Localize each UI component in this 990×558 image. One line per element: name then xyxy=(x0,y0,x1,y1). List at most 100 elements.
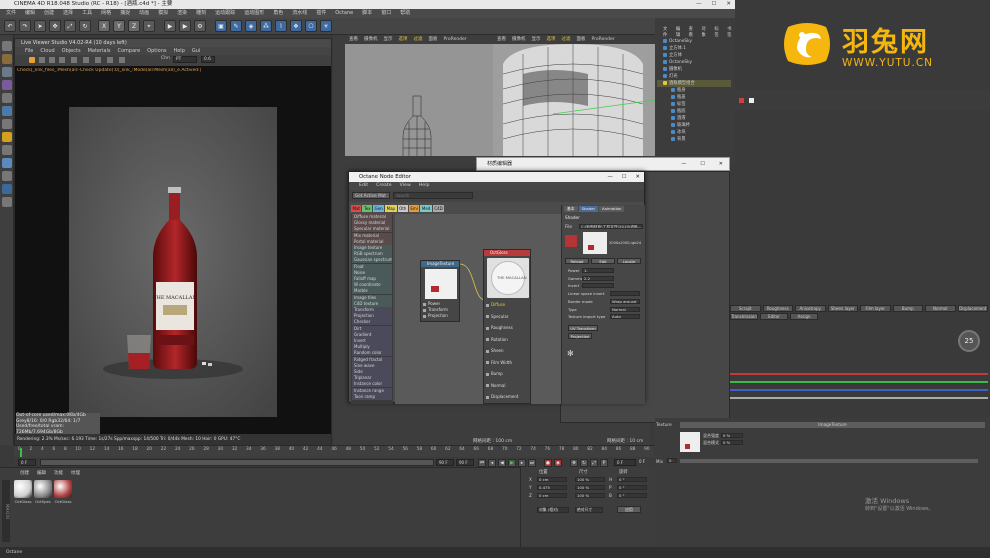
node-category-tag[interactable]: Emi xyxy=(408,205,420,212)
menu-item[interactable]: 窗口 xyxy=(381,9,391,18)
start-frame-field[interactable]: 0 F xyxy=(18,459,36,466)
node-category-tag[interactable]: Med xyxy=(420,205,432,212)
mode-1-icon[interactable] xyxy=(2,54,12,64)
node-editor-menu-item[interactable]: View xyxy=(400,182,411,190)
channel-tab[interactable]: Sheen layer xyxy=(827,305,858,312)
front-viewport[interactable] xyxy=(493,44,655,156)
next-frame-icon[interactable]: ▸ xyxy=(518,459,526,467)
node-editor-menu-item[interactable]: Create xyxy=(376,182,392,190)
object-row[interactable]: 瓶身 xyxy=(657,87,731,94)
mode-7-icon[interactable] xyxy=(2,132,12,142)
menu-item[interactable]: 编辑 xyxy=(25,9,35,18)
om-menu-item[interactable]: 对象 xyxy=(701,26,709,38)
object-row[interactable]: OctaneSky xyxy=(657,38,731,45)
toolbar-tool-10-button[interactable]: ▶ xyxy=(164,20,176,32)
uv-transform-button[interactable]: UV Transform xyxy=(568,325,598,331)
mode-4-icon[interactable] xyxy=(2,93,12,103)
material-thumbnail[interactable] xyxy=(14,480,32,498)
node-category-tag[interactable]: Mat xyxy=(351,205,362,212)
toolbar-tool-16-button[interactable]: ⁂ xyxy=(260,20,272,32)
toolbar-z-axis-button[interactable]: Z xyxy=(128,20,140,32)
node-category-tag[interactable]: Gen xyxy=(373,205,385,212)
toolbar-undo-button[interactable]: ↶ xyxy=(4,20,16,32)
node-type-item[interactable]: Ridged fractal xyxy=(352,356,392,363)
node-category-tag[interactable]: Tex xyxy=(362,205,373,212)
channel-tab[interactable]: Scrajit xyxy=(730,305,761,312)
object-row[interactable]: 摄像机 xyxy=(657,66,731,73)
menu-item[interactable]: 插件 xyxy=(316,9,326,18)
node-category-tag[interactable]: Map xyxy=(385,205,397,212)
node-type-item[interactable]: Side xyxy=(352,369,392,375)
mode-5-icon[interactable] xyxy=(2,106,12,116)
node-type-item[interactable]: Invert xyxy=(352,338,392,344)
menu-item[interactable]: 工具 xyxy=(82,9,92,18)
position-field[interactable]: 0 cm xyxy=(537,493,567,498)
mode-2-icon[interactable] xyxy=(2,67,12,77)
close-icon[interactable]: ✕ xyxy=(636,172,640,182)
toolbar-scale-button[interactable]: ⤢ xyxy=(64,20,76,32)
toolbar-tool-9-button[interactable]: ⌖ xyxy=(143,20,155,32)
object-row[interactable]: 酒瓶模型组合 xyxy=(657,80,731,87)
object-row[interactable]: 立方体 xyxy=(657,52,731,59)
node-type-item[interactable]: C4D texture xyxy=(352,300,392,307)
rotation-field[interactable]: 0 ° xyxy=(617,493,647,498)
node-type-item[interactable]: Portal material xyxy=(352,238,392,245)
frame-range-slider[interactable] xyxy=(40,459,434,466)
maximize-icon[interactable]: ☐ xyxy=(700,158,704,170)
object-row[interactable]: 灯光 xyxy=(657,73,731,80)
object-row[interactable]: 立方体.1 xyxy=(657,45,731,52)
material-thumbnail[interactable] xyxy=(54,480,72,498)
menu-item[interactable]: 角色 xyxy=(273,9,283,18)
coord-mode-select[interactable]: 对象 (相对) xyxy=(537,507,569,513)
node-type-item[interactable]: Gaussian spectrum xyxy=(352,257,392,264)
minimize-icon[interactable]: — xyxy=(696,0,702,9)
key-rotate-icon[interactable]: ↻ xyxy=(580,459,588,467)
mode-3-icon[interactable] xyxy=(2,80,12,90)
toolbar-tool-12-button[interactable]: ⚙ xyxy=(194,20,206,32)
node-type-item[interactable]: Sine wave xyxy=(352,362,392,369)
viewport-menu-item[interactable]: 过滤 xyxy=(414,36,423,44)
shader-tab[interactable]: 基本 xyxy=(564,206,578,212)
shader-field-value[interactable]: Normal xyxy=(610,306,640,312)
menu-item[interactable]: 渲染 xyxy=(177,9,187,18)
viewport-menu-item[interactable]: 显示 xyxy=(532,36,541,44)
node-category-tag[interactable]: C4D xyxy=(432,205,445,212)
projection-button[interactable]: Projection xyxy=(568,333,592,339)
shader-field-value[interactable]: Wrap around xyxy=(610,298,640,304)
viewport-menu-item[interactable]: 面板 xyxy=(429,36,438,44)
node-type-item[interactable]: Instance range xyxy=(352,387,392,394)
menu-item[interactable]: 模拟 xyxy=(158,9,168,18)
autokey-icon[interactable]: ◉ xyxy=(554,459,562,467)
node-type-item[interactable]: Float xyxy=(352,263,392,270)
toolbar-tool-13-button[interactable]: ▣ xyxy=(215,20,227,32)
toolbar-select-button[interactable]: ➤ xyxy=(34,20,46,32)
menu-item[interactable]: 运动跟踪 xyxy=(215,9,235,18)
material-thumbnail[interactable] xyxy=(34,480,52,498)
close-icon[interactable]: ✕ xyxy=(719,158,723,170)
texture-slot-button[interactable]: ImageTexture xyxy=(680,422,985,428)
menu-item[interactable]: 捕捉 xyxy=(120,9,130,18)
menu-item[interactable]: 运动图形 xyxy=(244,9,264,18)
node-type-item[interactable]: Specular material xyxy=(352,226,392,233)
object-row[interactable]: 瓶盖 xyxy=(657,94,731,101)
mm-menu-item[interactable]: 纹理 xyxy=(71,470,80,476)
lock-icon[interactable] xyxy=(71,57,77,63)
node-editor-menu-item[interactable]: Help xyxy=(419,182,430,190)
lv-menu-item[interactable]: Help xyxy=(173,47,184,55)
node-type-item[interactable]: Mix material xyxy=(352,232,392,239)
om-menu-item[interactable]: 书签 xyxy=(727,26,735,38)
mode-9-icon[interactable] xyxy=(2,158,12,168)
menu-item[interactable]: 雕刻 xyxy=(196,9,206,18)
toolbar-tool-17-button[interactable]: ⌇ xyxy=(275,20,287,32)
mix-field[interactable]: 0. xyxy=(667,458,677,463)
position-field[interactable]: 0 cm xyxy=(537,477,567,482)
sub-tab[interactable]: Assign xyxy=(790,313,818,320)
material-node[interactable]: OctGloss THE MACALLAN Diffuse Specular Rou… xyxy=(483,249,531,404)
toolbar-y-axis-button[interactable]: Y xyxy=(113,20,125,32)
play-icon[interactable]: ▶ xyxy=(508,459,516,467)
key-scale-icon[interactable]: ⤢ xyxy=(590,459,598,467)
mix-mode-field[interactable]: 0 % xyxy=(721,440,743,445)
om-menu-item[interactable]: 文件 xyxy=(663,26,671,38)
om-menu-item[interactable]: 查看 xyxy=(689,26,697,38)
channel-select[interactable]: PT xyxy=(173,56,197,63)
